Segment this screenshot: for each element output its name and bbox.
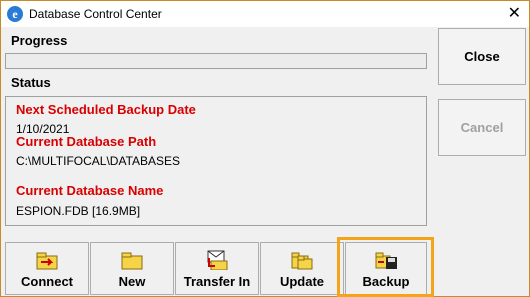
db-name-value: ESPION.FDB [16.9MB] — [16, 204, 141, 218]
close-button[interactable]: Close — [438, 28, 526, 85]
window-title: Database Control Center — [29, 7, 162, 21]
status-label: Status — [11, 75, 51, 90]
connect-icon — [35, 250, 59, 270]
transfer-in-label: Transfer In — [183, 274, 251, 289]
connect-button[interactable]: Connect — [5, 242, 89, 295]
db-name-heading: Current Database Name — [16, 183, 164, 198]
transfer-in-button[interactable]: Transfer In — [175, 242, 259, 295]
db-path-heading: Current Database Path — [16, 134, 157, 149]
next-backup-heading: Next Scheduled Backup Date — [16, 102, 196, 117]
window-close-icon[interactable]: ✕ — [508, 4, 521, 24]
update-icon — [290, 250, 314, 270]
app-icon: e — [7, 6, 23, 22]
backup-highlight-frame — [337, 237, 434, 297]
connect-label: Connect — [21, 274, 73, 289]
update-label: Update — [279, 274, 325, 289]
db-path-value: C:\MULTIFOCAL\DATABASES — [16, 154, 181, 168]
new-folder-icon — [120, 250, 144, 270]
database-control-center-window: e Database Control Center ✕ Progress Sta… — [0, 0, 530, 297]
update-button[interactable]: Update — [260, 242, 344, 295]
status-panel: Next Scheduled Backup Date 1/10/2021 Cur… — [5, 96, 427, 226]
new-button[interactable]: New — [90, 242, 174, 295]
progress-bar — [5, 53, 427, 69]
transfer-in-icon — [205, 250, 229, 271]
progress-label: Progress — [11, 33, 68, 48]
cancel-button[interactable]: Cancel — [438, 99, 526, 156]
new-label: New — [118, 274, 146, 289]
title-bar[interactable]: e Database Control Center ✕ — [1, 1, 529, 27]
